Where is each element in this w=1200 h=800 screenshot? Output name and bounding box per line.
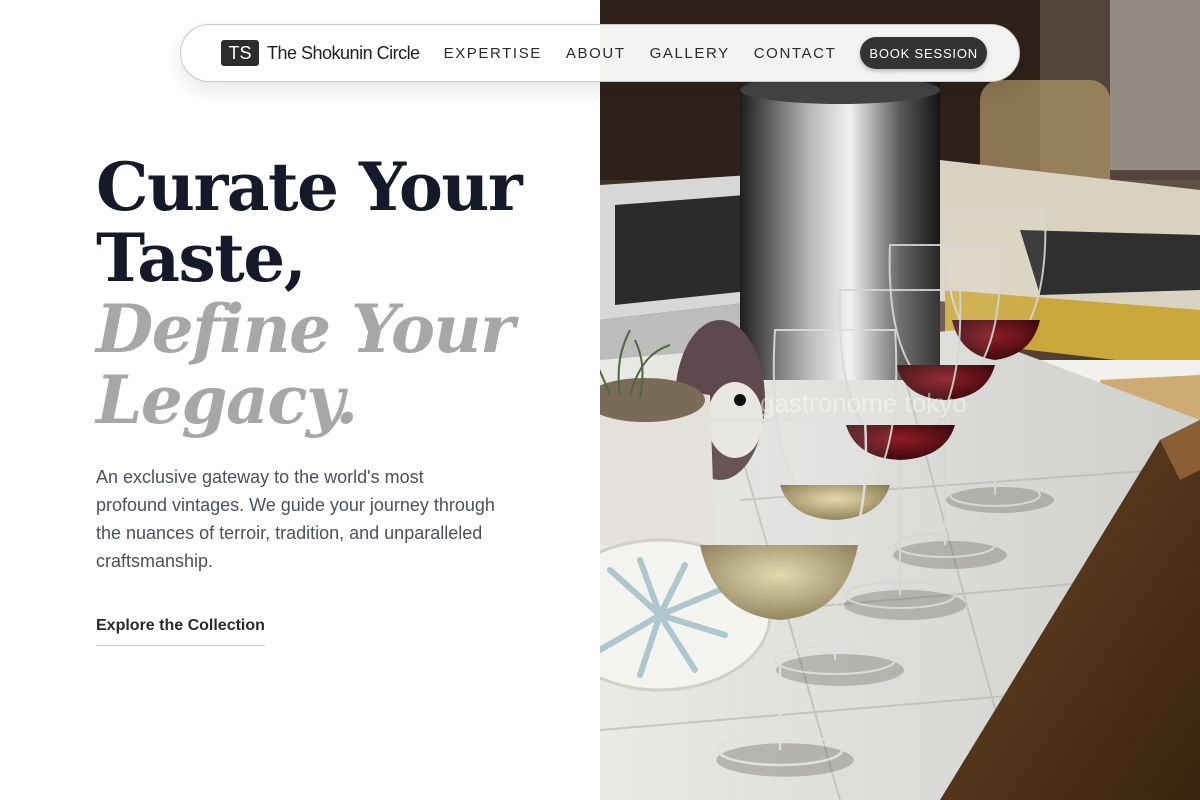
brand-name: The Shokunin Circle: [267, 42, 420, 63]
headline-line-1: Curate Your: [96, 148, 523, 226]
hero-photo-wine-tasting: gastronome tokyo: [600, 0, 1200, 800]
hero-headline: Curate Your Taste, Define Your Legacy.: [96, 152, 576, 436]
brand-logo[interactable]: TS The Shokunin Circle: [221, 40, 420, 66]
headline-line-4: Legacy.: [96, 361, 358, 439]
nav-link-gallery[interactable]: GALLERY: [650, 45, 730, 62]
photo-watermark: gastronome tokyo: [760, 388, 967, 418]
nav-link-about[interactable]: ABOUT: [566, 45, 626, 62]
hero-section: Curate Your Taste, Define Your Legacy.: [96, 152, 576, 436]
nav-links: EXPERTISE ABOUT GALLERY CONTACT: [444, 45, 861, 62]
explore-collection-link[interactable]: Explore the Collection: [96, 617, 265, 646]
logo-mark: TS: [221, 40, 259, 66]
headline-line-2: Taste,: [96, 219, 307, 297]
top-navigation: TS The Shokunin Circle EXPERTISE ABOUT G…: [180, 24, 1020, 82]
book-session-button[interactable]: BOOK SESSION: [860, 37, 987, 69]
hero-description: An exclusive gateway to the world's most…: [96, 467, 495, 571]
wine-tasting-photo: gastronome tokyo: [600, 0, 1200, 800]
nav-link-expertise[interactable]: EXPERTISE: [444, 45, 542, 62]
nav-link-contact[interactable]: CONTACT: [754, 45, 837, 62]
headline-line-3: Define Your: [96, 290, 515, 368]
